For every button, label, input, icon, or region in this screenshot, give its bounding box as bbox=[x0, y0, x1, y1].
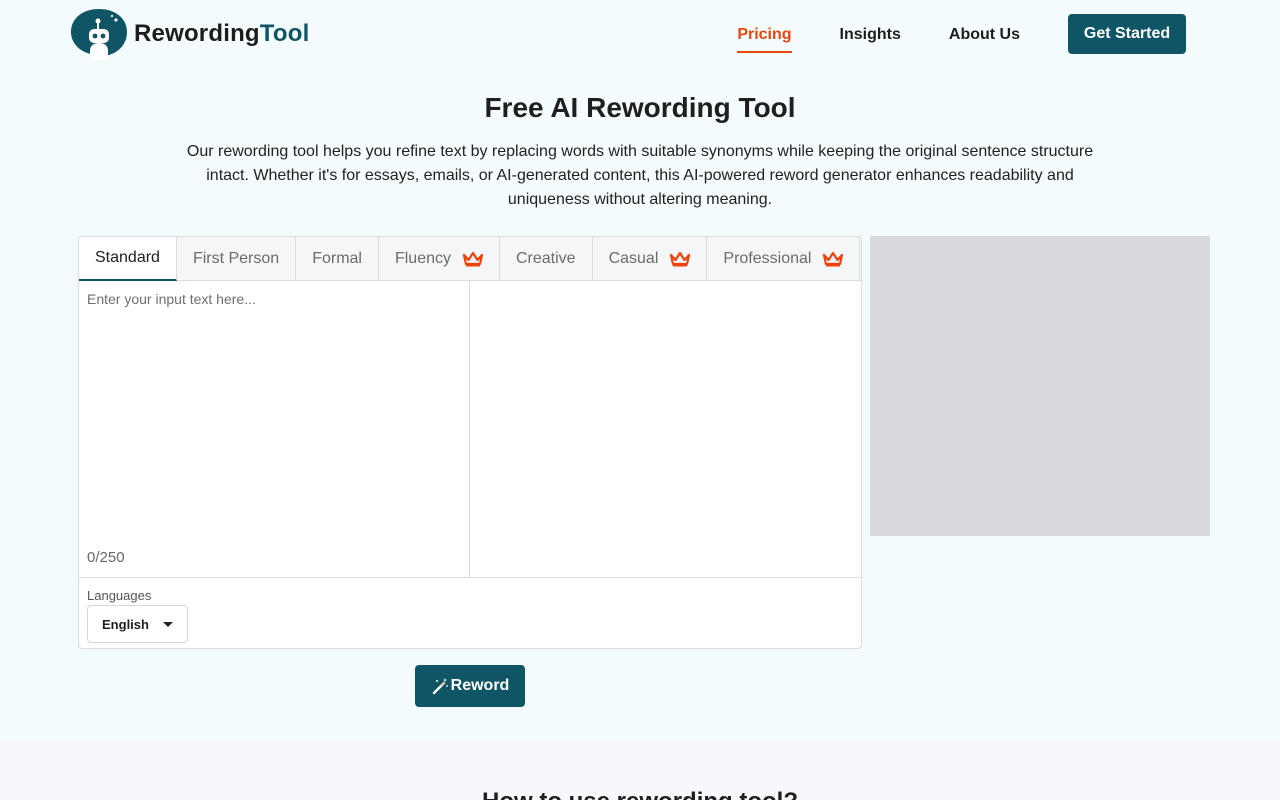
input-textarea[interactable] bbox=[79, 281, 469, 541]
tab-creative[interactable]: Creative bbox=[500, 237, 593, 280]
tab-label: First Person bbox=[192, 249, 280, 267]
nav-link-about-us[interactable]: About Us bbox=[949, 16, 1020, 53]
how-to-section: How to use rewording tool? bbox=[0, 740, 1280, 800]
main-nav: Pricing Insights About Us Get Started bbox=[737, 14, 1186, 54]
magic-wand-icon bbox=[432, 678, 448, 695]
tab-label: Professional bbox=[723, 249, 812, 267]
tab-first-person[interactable]: First Person bbox=[177, 237, 297, 280]
caret-down-icon bbox=[162, 621, 173, 627]
brand-logo[interactable]: RewordingTool bbox=[70, 8, 309, 60]
languages-label: Languages bbox=[87, 588, 152, 603]
page-description: Our rewording tool helps you refine text… bbox=[186, 143, 1094, 208]
tab-formal[interactable]: Formal bbox=[296, 237, 379, 280]
language-select[interactable]: English bbox=[87, 605, 188, 643]
crown-premium-icon bbox=[670, 251, 691, 266]
nav-link-insights[interactable]: Insights bbox=[840, 16, 901, 53]
language-selected: English bbox=[102, 616, 149, 632]
tab-label: Fluency bbox=[394, 249, 451, 267]
crown-premium-icon bbox=[463, 251, 483, 266]
robot-logo-icon bbox=[71, 9, 127, 60]
brand-name-part1: Rewording bbox=[134, 20, 260, 47]
brand-name-part2: Tool bbox=[259, 20, 310, 47]
page-title: Free AI Rewording Tool bbox=[484, 92, 796, 123]
tab-label: Formal bbox=[312, 249, 362, 267]
output-pane[interactable] bbox=[470, 281, 861, 577]
input-pane: 0/250 bbox=[79, 281, 470, 578]
how-to-title: How to use rewording tool? bbox=[0, 788, 1280, 800]
tab-label: Creative bbox=[516, 249, 576, 267]
language-section: Languages English bbox=[79, 578, 861, 648]
text-panes: 0/250 bbox=[79, 281, 861, 578]
reword-button[interactable]: Reword bbox=[415, 665, 525, 707]
character-counter: 0/250 bbox=[87, 549, 125, 566]
tab-label: Standard bbox=[95, 249, 160, 266]
nav-link-pricing[interactable]: Pricing bbox=[737, 16, 792, 53]
mode-tabs: Standard First Person Formal Fluency Cre… bbox=[79, 237, 861, 281]
get-started-button[interactable]: Get Started bbox=[1068, 14, 1186, 54]
tab-label: Casual bbox=[608, 249, 659, 267]
rewording-tool-panel: Standard First Person Formal Fluency Cre… bbox=[78, 236, 862, 649]
tab-standard[interactable]: Standard bbox=[79, 237, 177, 281]
reword-button-label: Reword bbox=[450, 677, 510, 694]
crown-premium-icon bbox=[823, 251, 844, 266]
tab-casual[interactable]: Casual bbox=[593, 237, 708, 280]
brand-name: RewordingTool bbox=[134, 20, 309, 48]
tab-professional[interactable]: Professional bbox=[707, 237, 861, 280]
tab-fluency[interactable]: Fluency bbox=[379, 237, 500, 280]
site-header: RewordingTool Pricing Insights About Us … bbox=[0, 0, 1280, 68]
ad-placeholder bbox=[870, 236, 1210, 536]
